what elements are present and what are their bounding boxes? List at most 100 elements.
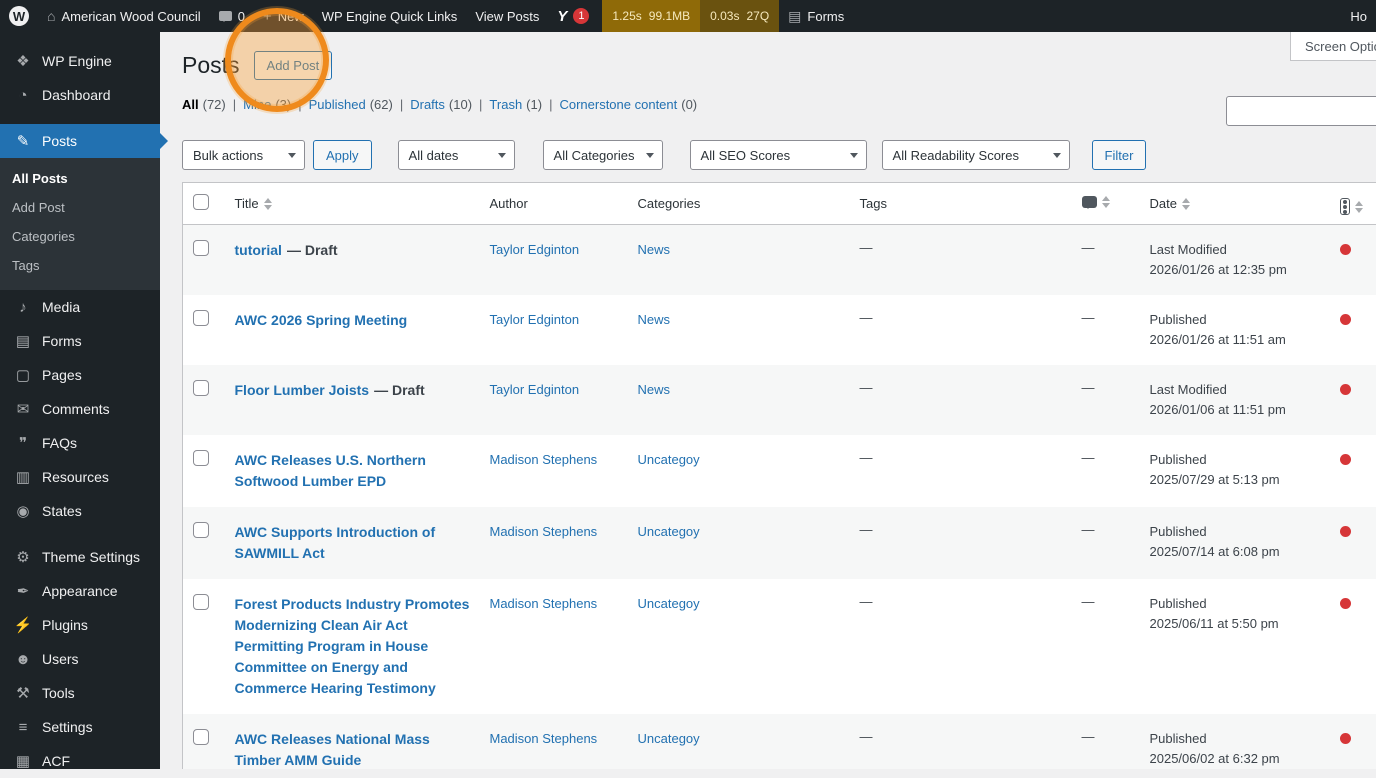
query-monitor-menu[interactable]: 1.25s 99.1MB 0.03s 27Q — [602, 0, 779, 32]
seo-scores-filter-select[interactable]: All SEO Scores — [690, 140, 867, 170]
sidebar-item-tools[interactable]: ⚒ Tools — [0, 676, 160, 710]
row-checkbox[interactable] — [193, 240, 209, 256]
pages-icon: ▢ — [13, 366, 33, 384]
sidebar-item-dashboard[interactable]: ◔ Dashboard — [0, 78, 160, 112]
sidebar-item-pages[interactable]: ▢ Pages — [0, 358, 160, 392]
post-title-link[interactable]: tutorial — [235, 242, 282, 258]
sidebar-item-settings[interactable]: ≡ Settings — [0, 710, 160, 744]
filter-all[interactable]: All(72) — [182, 97, 226, 112]
yoast-seo-menu[interactable]: Y 1 — [548, 0, 598, 32]
row-checkbox[interactable] — [193, 310, 209, 326]
category-link[interactable]: News — [638, 242, 671, 257]
post-title-link[interactable]: Floor Lumber Joists — [235, 382, 370, 398]
table-row: AWC 2026 Spring Meeting Taylor Edginton … — [183, 295, 1376, 365]
filter-drafts[interactable]: Drafts(10) — [410, 97, 472, 112]
author-column-header: Author — [480, 183, 628, 225]
tags-cell: — — [850, 507, 1072, 579]
sidebar-item-label: States — [42, 503, 82, 519]
author-link[interactable]: Taylor Edginton — [490, 382, 580, 397]
sort-arrows-icon — [1355, 201, 1363, 213]
status-filter-item: Trash(1) — [489, 97, 559, 112]
forms-menu[interactable]: ▤ Forms — [779, 0, 853, 32]
filter-button[interactable]: Filter — [1092, 140, 1147, 170]
category-link[interactable]: Uncategoy — [638, 731, 700, 746]
admin-bar-comments-menu[interactable]: 0 — [210, 0, 254, 32]
sidebar-item-wp-engine[interactable]: ❖ WP Engine — [0, 44, 160, 78]
author-link[interactable]: Taylor Edginton — [490, 242, 580, 257]
sidebar-subitem-categories[interactable]: Categories — [0, 222, 160, 251]
screen-options-button[interactable]: Screen Optio — [1290, 32, 1376, 61]
sort-by-title[interactable]: Title — [235, 196, 272, 211]
my-account-menu[interactable]: Ho — [1341, 0, 1376, 32]
site-name-menu[interactable]: ⌂ American Wood Council — [38, 0, 210, 32]
wpengine-quick-links-menu[interactable]: WP Engine Quick Links — [313, 0, 467, 32]
date-cell: Published 2025/06/02 at 6:32 pm — [1140, 714, 1330, 769]
sidebar-item-plugins[interactable]: ⚡ Plugins — [0, 608, 160, 642]
sidebar-item-appearance[interactable]: ✒ Appearance — [0, 574, 160, 608]
row-checkbox[interactable] — [193, 450, 209, 466]
sidebar-item-theme-settings[interactable]: ⚙ Theme Settings — [0, 540, 160, 574]
row-checkbox[interactable] — [193, 522, 209, 538]
title-column-header: Title — [235, 196, 259, 211]
seo-score-indicator — [1340, 454, 1351, 465]
post-title-link[interactable]: AWC Supports Introduction of SAWMILL Act — [235, 524, 436, 561]
row-checkbox[interactable] — [193, 380, 209, 396]
qm-db-time: 0.03s — [710, 9, 739, 23]
search-posts-input[interactable] — [1226, 96, 1376, 126]
author-link[interactable]: Madison Stephens — [490, 452, 598, 467]
bulk-actions-value: Bulk actions — [193, 148, 263, 163]
filter-mine[interactable]: Mine(3) — [243, 97, 291, 112]
sidebar-item-resources[interactable]: ▥ Resources — [0, 460, 160, 494]
dates-filter-select[interactable]: All dates — [398, 140, 515, 170]
sidebar-subitem-tags[interactable]: Tags — [0, 251, 160, 280]
date-value: 2025/06/02 at 6:32 pm — [1150, 749, 1320, 769]
sort-by-date[interactable]: Date — [1150, 196, 1190, 211]
sidebar-item-faqs[interactable]: ❞ FAQs — [0, 426, 160, 460]
author-link[interactable]: Madison Stephens — [490, 596, 598, 611]
comment-count: 0 — [238, 9, 245, 24]
filter-trash[interactable]: Trash(1) — [489, 97, 542, 112]
categories-filter-select[interactable]: All Categories — [543, 140, 663, 170]
wordpress-logo-menu[interactable]: W — [0, 0, 38, 32]
apply-button[interactable]: Apply — [313, 140, 372, 170]
readability-scores-filter-select[interactable]: All Readability Scores — [882, 140, 1070, 170]
sidebar-item-users[interactable]: ☻ Users — [0, 642, 160, 676]
sidebar-item-posts[interactable]: ✎ Posts — [0, 124, 160, 158]
date-status: Last Modified — [1150, 240, 1320, 260]
row-checkbox[interactable] — [193, 594, 209, 610]
view-posts-link[interactable]: View Posts — [466, 0, 548, 32]
sidebar-item-label: Dashboard — [42, 87, 111, 103]
author-link[interactable]: Madison Stephens — [490, 524, 598, 539]
bulk-actions-select[interactable]: Bulk actions — [182, 140, 305, 170]
post-title-link[interactable]: AWC Releases National Mass Timber AMM Gu… — [235, 731, 430, 768]
category-link[interactable]: News — [638, 382, 671, 397]
sidebar-item-comments[interactable]: ✉ Comments — [0, 392, 160, 426]
category-link[interactable]: Uncategoy — [638, 452, 700, 467]
select-all-checkbox[interactable] — [193, 194, 209, 210]
new-content-menu[interactable]: + New — [254, 0, 313, 32]
category-link[interactable]: Uncategoy — [638, 524, 700, 539]
dates-filter-value: All dates — [409, 148, 459, 163]
row-checkbox[interactable] — [193, 729, 209, 745]
sidebar-subitem-all-posts[interactable]: All Posts — [0, 164, 160, 193]
chevron-down-icon — [1053, 153, 1061, 158]
sort-by-comments[interactable] — [1082, 196, 1110, 208]
tags-cell: — — [850, 579, 1072, 714]
add-post-button[interactable]: Add Post — [254, 51, 333, 80]
sidebar-subitem-add-post[interactable]: Add Post — [0, 193, 160, 222]
post-title-link[interactable]: Forest Products Industry Promotes Modern… — [235, 596, 470, 696]
post-title-link[interactable]: AWC Releases U.S. Northern Softwood Lumb… — [235, 452, 426, 489]
author-link[interactable]: Taylor Edginton — [490, 312, 580, 327]
category-link[interactable]: News — [638, 312, 671, 327]
sidebar-item-forms[interactable]: ▤ Forms — [0, 324, 160, 358]
author-link[interactable]: Madison Stephens — [490, 731, 598, 746]
sidebar-item-acf[interactable]: ▦ ACF — [0, 744, 160, 778]
post-title-link[interactable]: AWC 2026 Spring Meeting — [235, 312, 408, 328]
sort-by-seo-score[interactable] — [1340, 198, 1363, 215]
filter-cornerstone-content[interactable]: Cornerstone content(0) — [559, 97, 697, 112]
filter-published[interactable]: Published(62) — [309, 97, 393, 112]
sidebar-item-media[interactable]: ♪ Media — [0, 290, 160, 324]
tags-cell: — — [850, 295, 1072, 365]
category-link[interactable]: Uncategoy — [638, 596, 700, 611]
sidebar-item-states[interactable]: ◉ States — [0, 494, 160, 528]
